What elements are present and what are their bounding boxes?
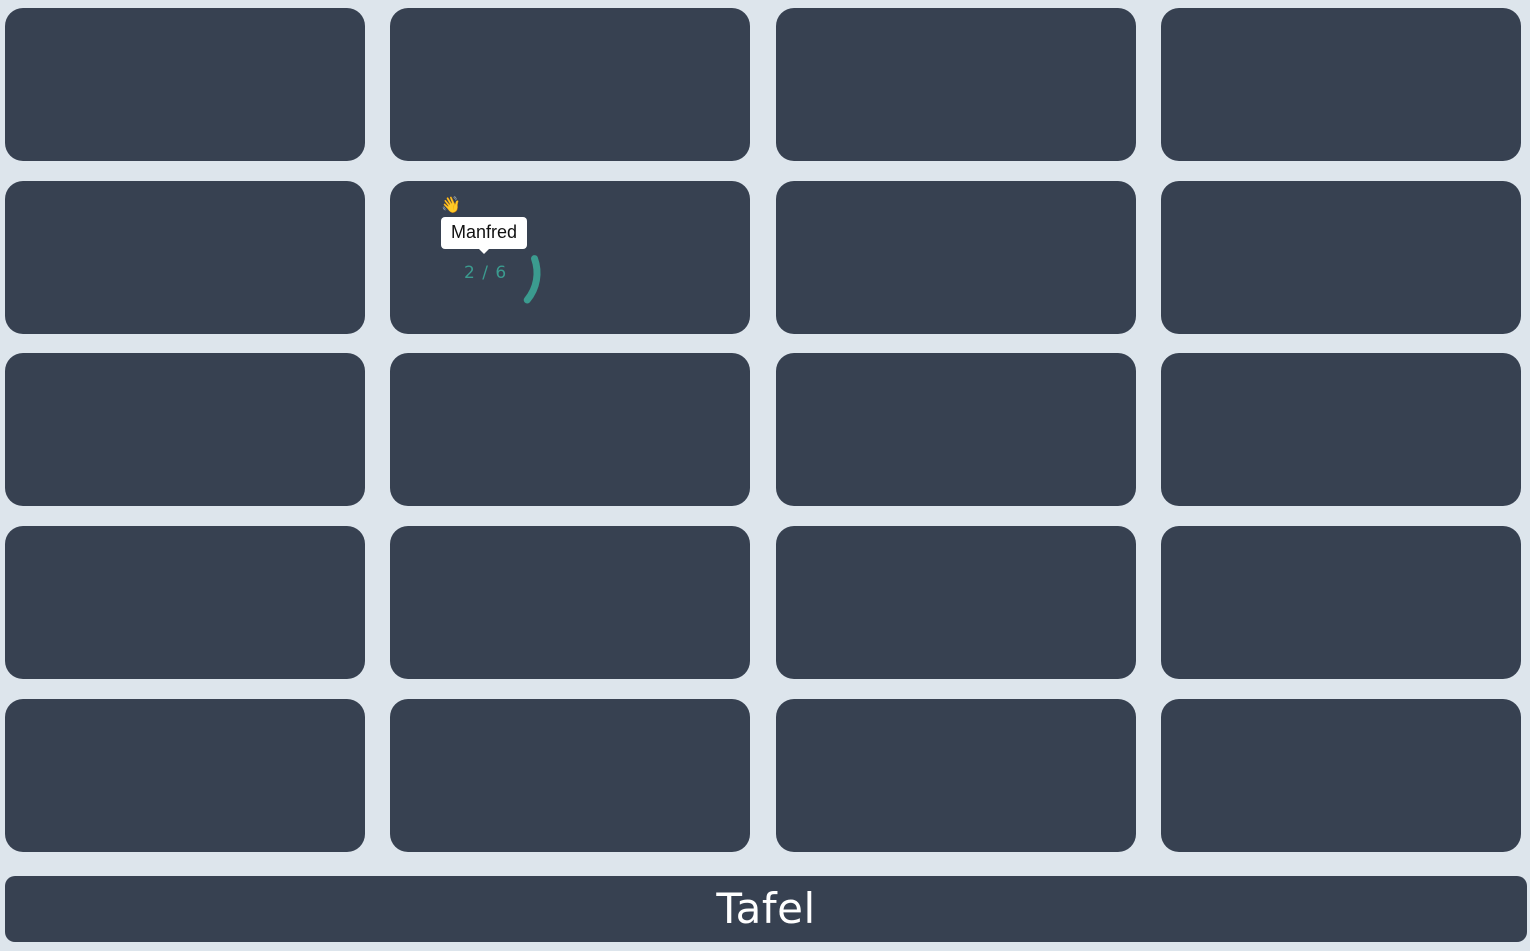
- desk-r1-c2[interactable]: [390, 8, 750, 161]
- desk-r4-c1[interactable]: [5, 526, 365, 679]
- board-label: Tafel: [716, 884, 816, 933]
- progress-counter: 2 / 6: [464, 263, 508, 283]
- desk-r4-c2[interactable]: [390, 526, 750, 679]
- desk-r3-c1[interactable]: [5, 353, 365, 506]
- desk-r1-c4[interactable]: [1161, 8, 1521, 161]
- waving-hand-icon: 👋: [441, 195, 461, 214]
- student-marker[interactable]: 👋 Manfred 2 / 6: [430, 195, 550, 305]
- desk-r4-c4[interactable]: [1161, 526, 1521, 679]
- desk-r3-c3[interactable]: [776, 353, 1136, 506]
- desk-r5-c4[interactable]: [1161, 699, 1521, 852]
- desk-r1-c1[interactable]: [5, 8, 365, 161]
- desk-r2-c1[interactable]: [5, 181, 365, 334]
- desk-r5-c2[interactable]: [390, 699, 750, 852]
- desk-r5-c3[interactable]: [776, 699, 1136, 852]
- board: Tafel: [5, 876, 1527, 942]
- desk-r4-c3[interactable]: [776, 526, 1136, 679]
- desk-r5-c1[interactable]: [5, 699, 365, 852]
- desk-r2-c4[interactable]: [1161, 181, 1521, 334]
- desk-r1-c3[interactable]: [776, 8, 1136, 161]
- desk-r3-c4[interactable]: [1161, 353, 1521, 506]
- desk-r2-c3[interactable]: [776, 181, 1136, 334]
- progress-arc: [523, 255, 541, 304]
- desk-r3-c2[interactable]: [390, 353, 750, 506]
